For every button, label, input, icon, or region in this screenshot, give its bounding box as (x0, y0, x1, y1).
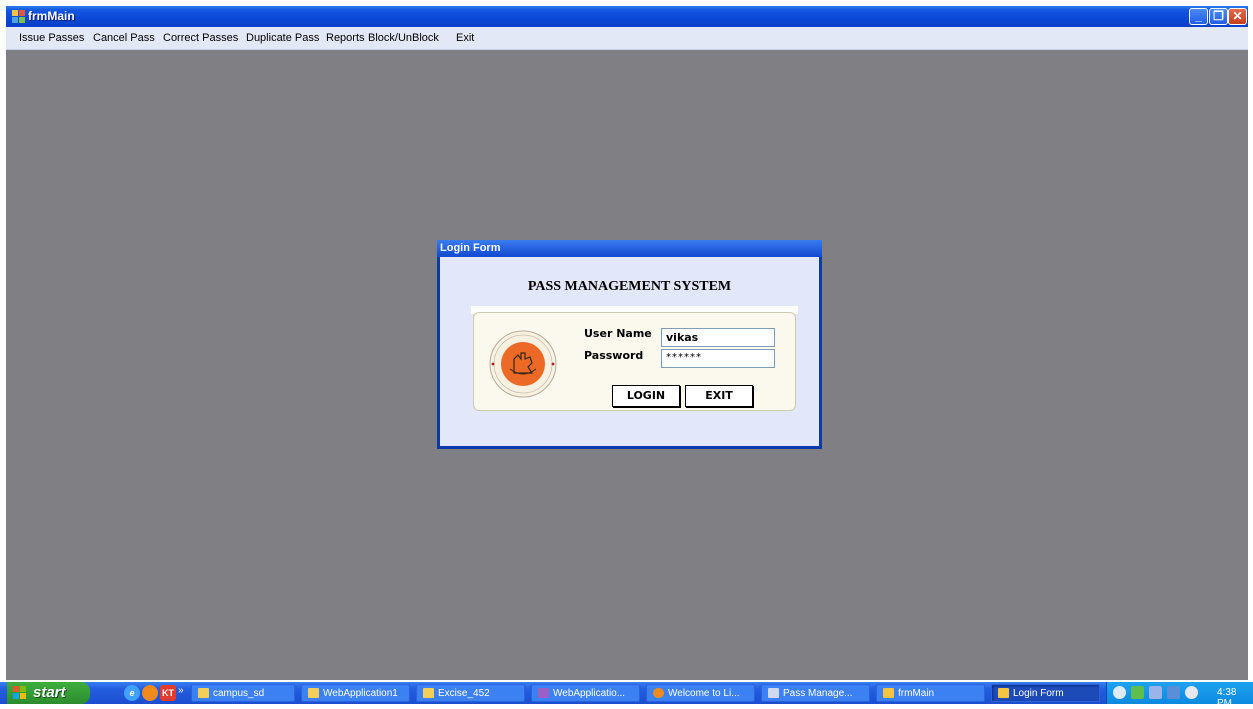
menu-block-unblock[interactable]: Block/UnBlock (368, 32, 439, 44)
ie-icon[interactable]: e (124, 685, 140, 701)
menubar: Issue Passes Cancel Pass Correct Passes … (6, 27, 1248, 50)
login-title: Login Form (440, 242, 501, 254)
volume-icon[interactable] (1149, 686, 1162, 699)
window-app-icon (768, 688, 779, 698)
window-app-icon (12, 10, 25, 23)
clock-tray-icon[interactable] (1185, 686, 1198, 699)
password-field[interactable]: ****** (661, 349, 775, 368)
tray-expand-icon[interactable] (1113, 686, 1126, 699)
login-button[interactable]: LOGIN (612, 385, 680, 407)
task-excise-452[interactable]: Excise_452 (416, 684, 525, 702)
close-button[interactable]: ✕ (1228, 8, 1247, 25)
folder-icon (423, 688, 434, 698)
menu-correct-passes[interactable]: Correct Passes (163, 32, 238, 44)
password-label: Password (584, 349, 644, 362)
menu-exit[interactable]: Exit (456, 32, 474, 44)
firefox-icon (653, 688, 664, 698)
taskbar: start e KT » campus_sd WebApplication1 E… (0, 682, 1253, 709)
network-icon[interactable] (1131, 686, 1144, 699)
clock[interactable]: 4:38 PM (1217, 687, 1253, 709)
monitor-icon[interactable] (1167, 686, 1180, 699)
task-frmmain[interactable]: frmMain (876, 684, 985, 702)
menu-cancel-pass[interactable]: Cancel Pass (93, 32, 155, 44)
login-body: PASS MANAGEMENT SYSTEM User Name vikas P… (440, 257, 819, 446)
task-pass-manage[interactable]: Pass Manage... (761, 684, 870, 702)
restore-button[interactable]: ❐ (1209, 8, 1228, 25)
task-webapplication-vs[interactable]: WebApplicatio... (531, 684, 640, 702)
quicklaunch-more[interactable]: » (178, 685, 184, 696)
seal-logo (489, 330, 557, 398)
task-campus-sd[interactable]: campus_sd (191, 684, 295, 702)
task-webapplication1[interactable]: WebApplication1 (301, 684, 410, 702)
login-panel: User Name vikas Password ****** LOGIN EX… (471, 306, 798, 412)
folder-icon (308, 688, 319, 698)
windows-flag-icon (13, 686, 26, 699)
menu-duplicate-pass[interactable]: Duplicate Pass (246, 32, 319, 44)
firefox-icon[interactable] (142, 685, 158, 701)
task-welcome-firefox[interactable]: Welcome to Li... (646, 684, 755, 702)
exit-button[interactable]: EXIT (685, 385, 753, 407)
window-title: frmMain (28, 9, 75, 23)
username-field[interactable]: vikas (661, 328, 775, 347)
menu-reports[interactable]: Reports (326, 32, 365, 44)
titlebar[interactable]: frmMain _ ❐ ✕ (6, 6, 1248, 27)
system-heading: PASS MANAGEMENT SYSTEM (527, 279, 732, 294)
window-app-icon (883, 688, 894, 698)
menu-issue-passes[interactable]: Issue Passes (19, 32, 84, 44)
window-app-icon (998, 688, 1009, 698)
minimize-button[interactable]: _ (1189, 8, 1208, 25)
username-label: User Name (584, 327, 652, 340)
login-titlebar[interactable]: Login Form (437, 240, 822, 257)
task-login-form[interactable]: Login Form (991, 684, 1100, 702)
start-label: start (33, 684, 66, 701)
kt-icon[interactable]: KT (160, 685, 176, 701)
vs-icon (538, 688, 549, 698)
login-dialog: Login Form PASS MANAGEMENT SYSTEM User N… (437, 240, 822, 449)
start-button[interactable]: start (7, 682, 90, 704)
folder-icon (198, 688, 209, 698)
system-tray: 4:38 PM (1106, 682, 1253, 709)
credentials-box: User Name vikas Password ****** LOGIN EX… (473, 312, 796, 411)
